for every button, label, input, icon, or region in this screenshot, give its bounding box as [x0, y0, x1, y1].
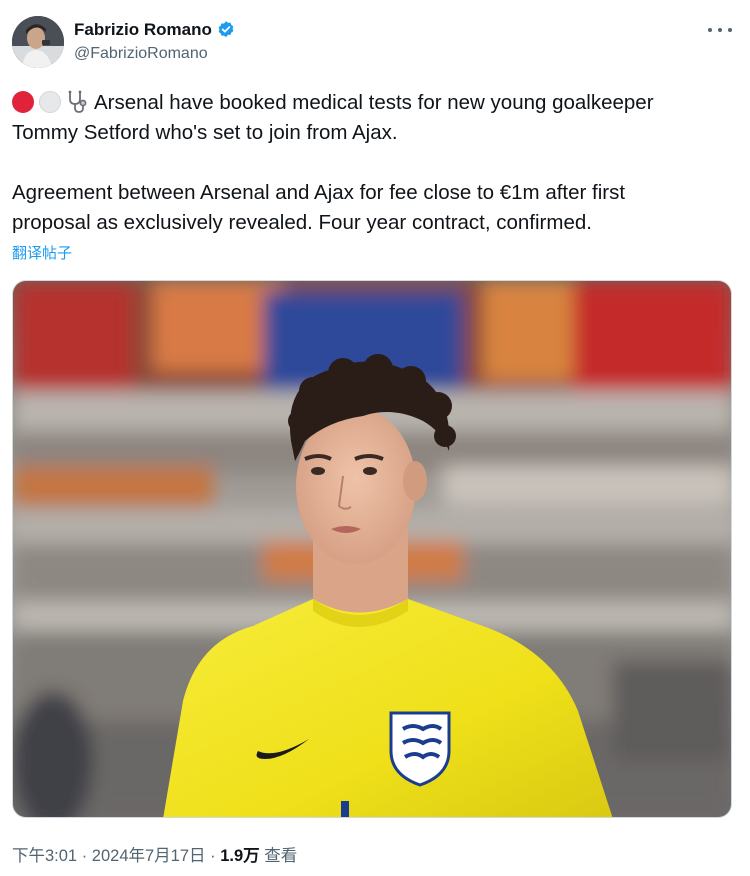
tweet-meta: 下午3:01 · 2024年7月17日 · 1.9万 查看 — [12, 842, 297, 866]
meta-separator: · — [77, 847, 92, 865]
tweet-text: Arsenal have booked medical tests for ne… — [12, 88, 738, 238]
meta-separator: · — [205, 847, 221, 865]
avatar-image — [12, 16, 64, 68]
author-avatar[interactable] — [12, 16, 64, 68]
name-row: Fabrizio Romano — [74, 18, 236, 42]
player-photo-image — [13, 281, 731, 817]
more-dot — [718, 28, 722, 32]
tweet-line-2: Tommy Setford who's set to join from Aja… — [12, 121, 398, 144]
more-dot — [708, 28, 712, 32]
stethoscope-emoji — [66, 90, 88, 114]
verified-badge-icon — [216, 20, 236, 40]
tweet-line-1: Arsenal have booked medical tests for ne… — [12, 88, 738, 118]
author-info: Fabrizio Romano @FabrizioRomano — [74, 18, 236, 63]
translate-post-link[interactable]: 翻译帖子 — [12, 242, 72, 263]
red-circle-emoji — [12, 91, 34, 113]
white-circle-emoji — [39, 91, 61, 113]
tweet-photo[interactable] — [12, 280, 732, 818]
emoji-group — [12, 90, 88, 114]
more-horizontal-icon[interactable] — [708, 20, 732, 40]
views-count: 1.9万 — [220, 847, 260, 865]
tweet-date[interactable]: 2024年7月17日 — [92, 847, 206, 865]
tweet-time[interactable]: 下午3:01 — [12, 847, 77, 865]
tweet-line-4: proposal as exclusively revealed. Four y… — [12, 211, 592, 234]
tweet-text-line: Arsenal have booked medical tests for ne… — [94, 91, 654, 114]
tweet-line-3: Agreement between Arsenal and Ajax for f… — [12, 181, 626, 204]
author-display-name[interactable]: Fabrizio Romano — [74, 20, 212, 40]
views-label: 查看 — [259, 847, 298, 865]
author-handle[interactable]: @FabrizioRomano — [74, 45, 236, 63]
more-dot — [728, 28, 732, 32]
tweet-header: Fabrizio Romano @FabrizioRomano — [12, 16, 738, 68]
